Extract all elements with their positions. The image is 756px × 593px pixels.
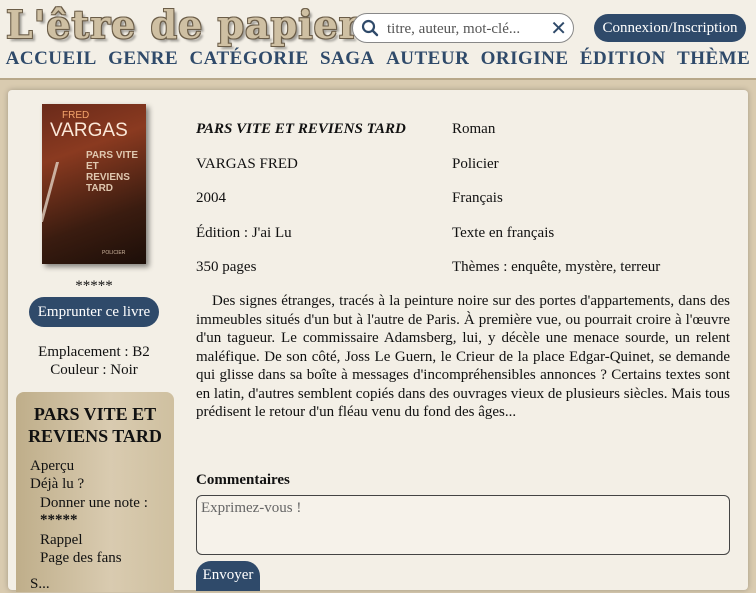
search-icon[interactable] bbox=[361, 19, 379, 37]
nav-item-theme[interactable]: THÈME bbox=[677, 48, 750, 74]
rating-stars: ***** bbox=[75, 278, 113, 294]
book-category[interactable]: Policier bbox=[452, 156, 499, 173]
book-edition[interactable]: Édition : J'ai Lu bbox=[196, 225, 292, 242]
search-input[interactable] bbox=[385, 18, 547, 40]
cover-sign-mark bbox=[42, 162, 90, 222]
location-text: Emplacement : B2 bbox=[38, 344, 150, 360]
book-themes[interactable]: Thèmes : enquête, mystère, terreur bbox=[452, 259, 660, 276]
borrow-button[interactable]: Emprunter ce livre bbox=[29, 297, 159, 327]
side-menu-cut-item[interactable]: S... bbox=[30, 576, 50, 593]
side-menu: PARS VITE ET REVIENS TARD Aperçu Déjà lu… bbox=[16, 392, 174, 592]
book-year: 2004 bbox=[196, 190, 226, 206]
send-comment-button[interactable]: Envoyer bbox=[196, 561, 260, 591]
nav-item-genre[interactable]: GENRE bbox=[108, 48, 178, 74]
site-logo[interactable]: L'être de papier bbox=[6, 2, 360, 47]
nav-item-categorie[interactable]: CATÉGORIE bbox=[189, 48, 308, 74]
comments-label: Commentaires bbox=[196, 472, 290, 488]
book-cover: FRED VARGAS PARS VITE ET REVIENS TARD PO… bbox=[42, 104, 146, 264]
search-bar: ✕ bbox=[352, 13, 574, 43]
main-nav: ACCUEIL GENRE CATÉGORIE SAGA AUTEUR ORIG… bbox=[0, 48, 756, 74]
side-menu-donner-note[interactable]: Donner une note : bbox=[40, 495, 148, 512]
nav-item-accueil[interactable]: ACCUEIL bbox=[6, 48, 97, 74]
side-menu-title: PARS VITE ET REVIENS TARD bbox=[28, 404, 162, 446]
book-title: PARS VITE ET REVIENS TARD bbox=[196, 121, 406, 137]
nav-item-edition[interactable]: ÉDITION bbox=[580, 48, 666, 74]
login-button[interactable]: Connexion/Inscription bbox=[594, 14, 746, 42]
comment-input[interactable] bbox=[196, 495, 730, 555]
nav-item-auteur[interactable]: AUTEUR bbox=[386, 48, 469, 74]
nav-item-origine[interactable]: ORIGINE bbox=[481, 48, 569, 74]
side-menu-page-fans[interactable]: Page des fans bbox=[40, 550, 122, 567]
book-author[interactable]: VARGAS FRED bbox=[196, 156, 298, 173]
side-menu-rappel[interactable]: Rappel bbox=[40, 532, 83, 549]
color-text: Couleur : Noir bbox=[50, 362, 138, 378]
side-menu-apercu[interactable]: Aperçu bbox=[30, 458, 74, 475]
side-menu-note-stars[interactable]: ***** bbox=[40, 512, 78, 529]
location-info: Emplacement : B2 Couleur : Noir bbox=[20, 343, 168, 379]
nav-item-saga[interactable]: SAGA bbox=[320, 48, 375, 74]
site-header: L'être de papier ✕ Connexion/Inscription… bbox=[0, 0, 756, 80]
book-origin[interactable]: Français bbox=[452, 190, 503, 207]
cover-publisher: POLICIER bbox=[102, 250, 126, 256]
book-pages: 350 pages bbox=[196, 259, 257, 275]
book-genre[interactable]: Roman bbox=[452, 121, 495, 138]
cover-author-last: VARGAS bbox=[50, 120, 128, 141]
book-description: Des signes étranges, tracés à la peintur… bbox=[196, 293, 730, 420]
cover-title: PARS VITE ET REVIENS TARD bbox=[86, 150, 139, 194]
clear-search-icon[interactable]: ✕ bbox=[550, 17, 567, 39]
book-language: Texte en français bbox=[452, 225, 555, 241]
side-menu-deja-lu[interactable]: Déjà lu ? bbox=[30, 476, 84, 493]
